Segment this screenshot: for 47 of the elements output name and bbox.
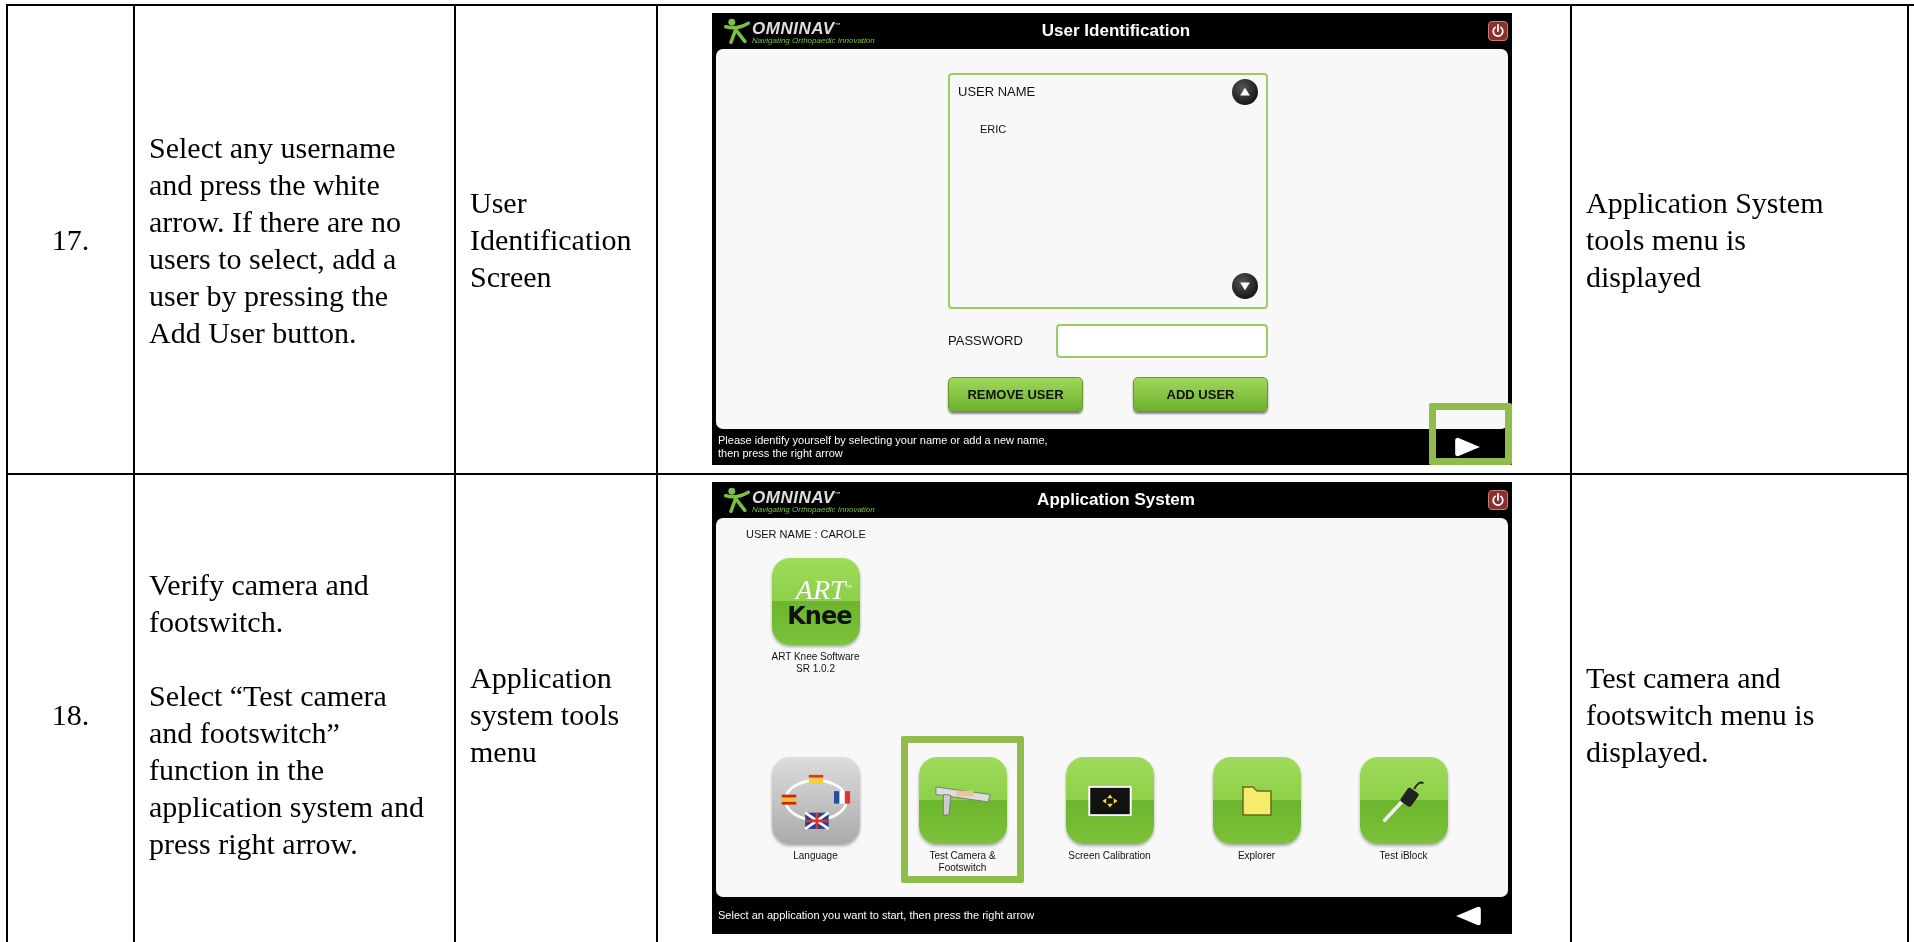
user-name-text: USER NAME : CAROLE [746, 528, 867, 542]
app-label: Explorer [1237, 850, 1276, 863]
runner-figure-icon [724, 487, 750, 513]
power-button[interactable] [1488, 490, 1508, 510]
app-tile[interactable] [771, 757, 860, 844]
runner-figure-icon [724, 18, 750, 44]
scroll-down-icon[interactable] [1232, 273, 1258, 299]
user-list-item[interactable]: ERIC [980, 123, 1007, 137]
app-label: Language [793, 850, 838, 863]
action-button[interactable]: REMOVE USER [948, 377, 1083, 412]
screen-name-text: User Identification Screen [470, 185, 633, 295]
power-button[interactable] [1488, 21, 1508, 41]
camera-bar-icon [933, 784, 992, 817]
instruction-text: Select “Test camera and footswitch” function in the application system and press right arrow. [149, 678, 424, 862]
logo-tagline: Navigating Orthopaedic Innovation [752, 36, 875, 46]
app-label: ART Knee Software SR 1.0.2 [771, 651, 860, 676]
instruction-text: Verify camera and footswitch. [149, 567, 370, 640]
art-knee-app-tile[interactable]: ART$^{™}$ Knee [771, 558, 860, 646]
app-label: Screen Calibration [1068, 850, 1151, 863]
left-arrow-icon[interactable] [1454, 904, 1482, 927]
list-label: USER NAME [958, 84, 1036, 100]
app-tile[interactable] [1212, 757, 1301, 844]
result-text: Application System tools menu is displayed [1586, 185, 1825, 295]
screen-title: Application System [1037, 489, 1195, 511]
result-text: Test camera and footswitch menu is displayed. [1586, 659, 1816, 770]
screen-name-text: Application system tools menu [470, 659, 621, 770]
step-number: 18. [51, 696, 90, 733]
screen-title: User Identification [1041, 20, 1191, 42]
app-label: Test Camera & Footswitch [929, 850, 996, 874]
app-tile[interactable] [918, 757, 1007, 844]
footer-instruction: Select an application you want to start, then press the right arrow [718, 909, 1035, 922]
app-tile[interactable] [1359, 757, 1448, 844]
app-label: Test iBlock [1379, 850, 1428, 863]
logo-tagline: Navigating Orthopaedic Innovation [752, 505, 875, 515]
logo-text: OMNINAV$^{™}$ [752, 486, 842, 506]
footer-instruction: Please identify yourself by selecting your name or add a new name, then press the right arrow [718, 434, 1048, 460]
scroll-up-icon[interactable] [1232, 79, 1258, 105]
folder-icon [1240, 784, 1273, 817]
calibration-screen-icon [1086, 784, 1133, 817]
right-arrow-icon[interactable] [1454, 436, 1482, 458]
password-label: PASSWORD [948, 333, 1023, 349]
instruction-text: Select any username and press the white arrow. If there are no users to select, add a user by pressing the Add User button. [149, 129, 403, 351]
password-field[interactable] [1056, 324, 1268, 358]
action-button[interactable]: ADD USER [1133, 377, 1268, 412]
app-tile[interactable] [1065, 757, 1154, 844]
step-number: 17. [51, 222, 90, 258]
logo-text: OMNINAV$^{™}$ [752, 17, 842, 37]
